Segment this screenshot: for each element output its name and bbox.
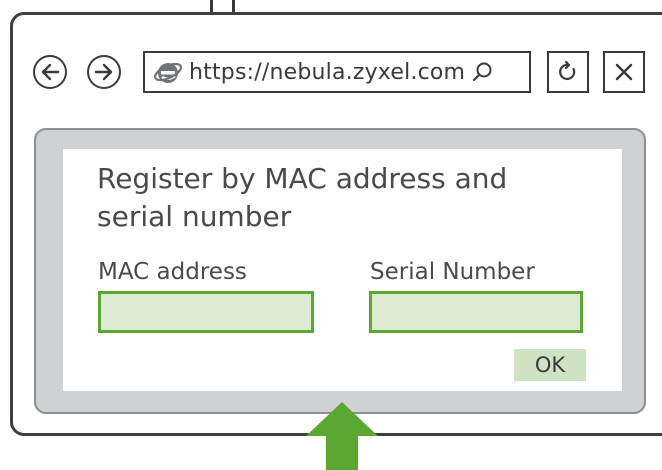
refresh-icon	[559, 61, 576, 80]
search-icon[interactable]	[471, 61, 493, 83]
url-text: https://nebula.zyxel.com	[189, 59, 466, 85]
mac-address-label: MAC address	[98, 259, 247, 285]
arrow-right-icon	[94, 63, 113, 81]
arrow-up-icon	[306, 402, 378, 470]
close-button[interactable]	[603, 51, 645, 93]
stage: https://nebula.zyxel.com Register by MAC…	[0, 0, 662, 470]
close-icon	[615, 63, 633, 81]
internet-explorer-icon	[153, 62, 183, 83]
serial-number-label: Serial Number	[370, 259, 535, 285]
address-bar[interactable]: https://nebula.zyxel.com	[143, 51, 531, 93]
ok-button[interactable]: OK	[514, 349, 586, 381]
form-title: Register by MAC address and serial numbe…	[97, 162, 508, 233]
forward-button[interactable]	[87, 55, 121, 89]
refresh-button[interactable]	[547, 51, 589, 93]
serial-number-field[interactable]	[369, 291, 583, 333]
back-button[interactable]	[33, 55, 67, 89]
mac-address-field[interactable]	[98, 291, 314, 333]
arrow-left-icon	[41, 63, 60, 81]
